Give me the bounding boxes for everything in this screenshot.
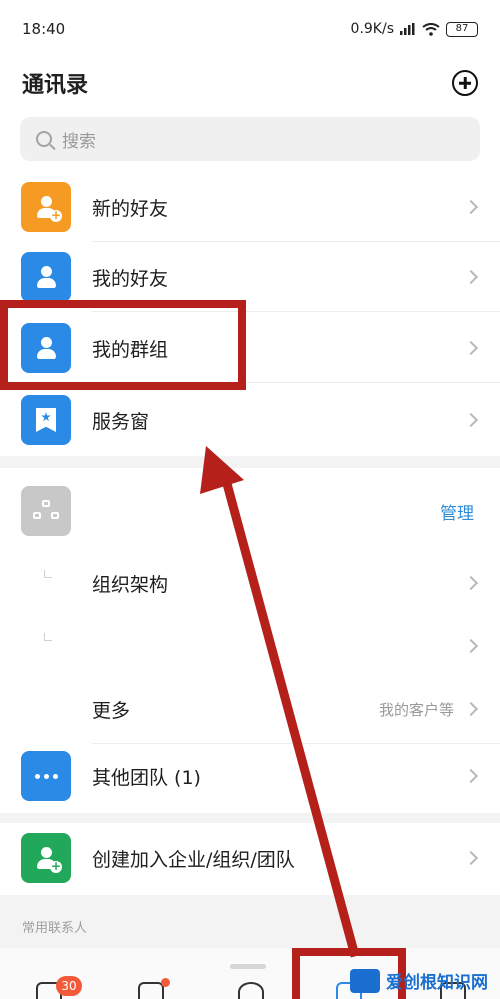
row-label: 服务窗: [92, 410, 150, 433]
row-label: 更多: [92, 699, 131, 722]
more-hint: 我的客户等: [378, 700, 454, 719]
signal-icon: [400, 23, 415, 35]
row-label: 新的好友: [92, 197, 169, 220]
search-icon: [36, 131, 52, 147]
row-service-window[interactable]: 服务窗: [0, 385, 500, 455]
row-other-teams[interactable]: 其他团队 (1): [0, 741, 500, 811]
messages-badge: 30: [56, 976, 82, 996]
more-dots-icon: [21, 751, 71, 801]
page-title: 通讯录: [22, 73, 89, 98]
tree-connector-icon: [44, 633, 52, 641]
row-more[interactable]: 更多 我的客户等: [0, 674, 500, 744]
status-time: 18:40: [22, 20, 66, 38]
person-icon: [21, 252, 71, 302]
network-speed: 0.9K/s: [350, 21, 394, 37]
drag-handle[interactable]: [230, 964, 266, 969]
chevron-right-icon: [463, 199, 479, 215]
chevron-right-icon: [463, 412, 479, 428]
watermark: 爱创根知识网: [350, 968, 488, 993]
status-indicators: 0.9K/s 87: [351, 21, 478, 37]
wifi-icon: [422, 22, 440, 36]
status-bar: 18:40 0.9K/s 87: [0, 0, 500, 58]
row-org-structure[interactable]: 组织架构: [0, 548, 500, 618]
chevron-right-icon: [463, 638, 479, 654]
add-button[interactable]: [452, 70, 478, 96]
org-chart-icon: [21, 486, 71, 536]
watermark-logo-icon: [350, 968, 380, 993]
add-team-icon: +: [21, 833, 71, 883]
chevron-right-icon: [463, 269, 479, 285]
watermark-text: 爱创根知识网: [386, 973, 488, 993]
row-label: 我的好友: [92, 267, 169, 290]
bookmark-star-icon: [21, 395, 71, 445]
row-label: 组织架构: [92, 573, 169, 596]
highlight-box: [0, 300, 246, 390]
chevron-right-icon: [463, 701, 479, 717]
chevron-right-icon: [463, 768, 479, 784]
row-label: 创建加入企业/组织/团队: [92, 848, 295, 871]
section-label: 常用联系人: [22, 921, 88, 936]
chevron-right-icon: [463, 340, 479, 356]
add-friend-icon: +: [21, 182, 71, 232]
notification-dot: [161, 978, 170, 987]
section-gap: [0, 456, 500, 468]
chevron-right-icon: [463, 850, 479, 866]
chevron-right-icon: [463, 575, 479, 591]
moments-tab-icon[interactable]: [138, 982, 164, 999]
section-gap: [0, 813, 500, 823]
header: 通讯录: [0, 58, 500, 108]
row-create-join[interactable]: + 创建加入企业/组织/团队: [0, 823, 500, 893]
search-placeholder: 搜索: [62, 131, 96, 152]
apps-tab-icon[interactable]: [238, 982, 264, 999]
tree-connector-icon: [44, 570, 52, 578]
battery-icon: 87: [446, 21, 478, 37]
manage-link[interactable]: 管理: [440, 499, 474, 524]
row-new-friends[interactable]: + 新的好友: [0, 172, 500, 242]
row-label: 其他团队 (1): [92, 766, 201, 789]
row-sub-item[interactable]: [0, 611, 500, 681]
row-organization: 管理: [0, 476, 500, 546]
search-input[interactable]: 搜索: [20, 117, 480, 161]
